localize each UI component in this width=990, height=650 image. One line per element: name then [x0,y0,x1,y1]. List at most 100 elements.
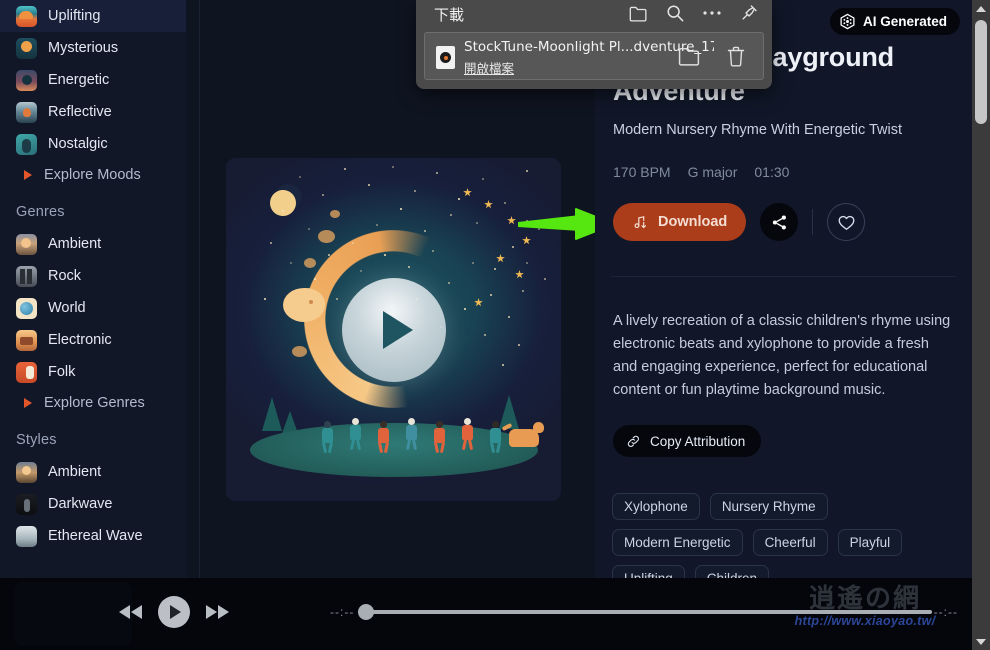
download-popup: 下載 StockTune-Moonlight Pl...dventure_17 … [416,0,772,89]
sidebar-moods-list: Uplifting Mysterious Energetic Reflective No… [0,0,186,160]
sidebar-item-style-darkwave[interactable]: Darkwave [0,488,186,520]
sidebar-item-genre-world[interactable]: World [0,292,186,324]
download-popup-header: 下載 [416,0,772,36]
sidebar-item-genre-electronic[interactable]: Electronic [0,324,186,356]
sidebar-item-label: Nostalgic [48,136,108,152]
link-icon [627,435,639,447]
star-dot [512,246,514,248]
dog-graphic [509,422,544,447]
sidebar-item-mood-nostalgic[interactable]: Nostalgic [0,128,186,160]
play-triangle-icon [382,310,413,349]
chevron-down-icon [976,638,986,645]
previous-button[interactable] [118,603,144,621]
seek-track[interactable] [358,610,932,614]
ai-generated-badge: AI Generated [829,8,960,35]
scroll-down-button[interactable] [972,633,990,650]
star-dot [508,316,510,318]
star-dot [448,282,450,284]
download-button[interactable]: Download [613,203,747,241]
sidebar-item-explore-genres[interactable]: Explore Genres [0,388,186,418]
sidebar-item-label: Folk [48,364,76,380]
star-dot [522,290,524,292]
tag-chip[interactable]: Nursery Rhyme [709,493,828,520]
moon-crater [330,210,340,218]
sidebar-item-label: Uplifting [48,8,101,24]
star-dot [518,344,520,346]
star-dot [392,166,394,168]
play-pause-button[interactable] [158,596,190,628]
copy-attribution-button[interactable]: Copy Attribution [613,425,762,457]
star-dot [464,308,466,310]
sidebar-item-label: Reflective [48,104,112,120]
sidebar-item-explore-moods[interactable]: Explore Moods [0,160,186,190]
action-separator [812,209,814,235]
tag-chip[interactable]: Playful [837,529,903,556]
favorite-button[interactable] [827,203,866,241]
sidebar-item-genre-rock[interactable]: Rock [0,260,186,292]
share-icon [772,215,786,229]
sidebar-item-style-ambient[interactable]: Ambient [0,456,186,488]
more-icon[interactable] [701,2,723,24]
play-triangle-icon [24,398,32,408]
moon-crater [304,258,316,268]
star-dot [384,254,386,256]
album-play-button[interactable] [341,277,446,382]
tag-chip[interactable]: Xylophone [612,493,700,520]
sidebar-item-mood-mysterious[interactable]: Mysterious [0,32,186,64]
share-button[interactable] [760,203,799,241]
star-dot [414,190,416,192]
star-dot [544,278,546,280]
player-seek-bar[interactable] [358,604,932,620]
track-meta: 170 BPM G major 01:30 [613,164,789,180]
track-bpm: 170 BPM [613,164,671,180]
seek-handle[interactable] [358,604,374,620]
star-dot [458,198,460,200]
child-figure [489,421,502,455]
sidebar-item-genre-folk[interactable]: Folk [0,356,186,388]
sidebar-item-label: Ambient [48,464,102,480]
search-icon[interactable] [664,2,686,24]
sidebar-item-label: Energetic [48,72,110,88]
download-filename: StockTune-Moonlight Pl...dventure_17 [464,39,714,55]
sidebar-item-mood-reflective[interactable]: Reflective [0,96,186,128]
sidebar-item-genre-ambient[interactable]: Ambient [0,228,186,260]
pin-icon[interactable] [738,2,760,24]
thumbnail-icon [16,525,37,547]
downloads-folder-icon[interactable] [627,2,649,24]
thumbnail-icon [16,37,37,59]
child-figure [405,418,418,452]
moon-face-graphic [283,288,325,322]
sidebar-item-label: Rock [48,268,82,284]
sidebar-item-style-ethereal-wave[interactable]: Ethereal Wave [0,520,186,552]
delete-download-button[interactable] [725,45,747,73]
audio-file-icon [436,46,455,69]
open-file-link[interactable]: 開啟檔案 [464,58,514,77]
detail-divider [611,276,956,277]
browser-scrollbar[interactable] [972,0,990,650]
star-dot [314,278,316,280]
tag-chip[interactable]: Cheerful [752,529,828,556]
star-dot [328,254,330,256]
sidebar-item-mood-uplifting[interactable]: Uplifting [0,0,186,32]
star-dot [264,298,266,300]
star-dot [400,208,402,210]
fast-forward-icon [206,605,229,619]
download-item-row[interactable]: StockTune-Moonlight Pl...dventure_17 開啟檔… [424,32,764,80]
sidebar-item-label: Electronic [48,332,112,348]
show-in-folder-button[interactable] [678,46,701,71]
sidebar-genres-list: Ambient Rock World Electronic Folk [0,228,186,388]
scroll-up-button[interactable] [972,0,990,17]
watermark-url: http://www.xiaoyao.tw/ [794,614,936,628]
track-duration: 01:30 [754,164,790,180]
thumbnail-icon [16,361,37,383]
download-popup-title: 下載 [434,6,465,24]
download-popup-tools [627,2,760,24]
scrollbar-thumb[interactable] [975,20,987,124]
album-art-card[interactable] [226,158,561,501]
track-key: G major [687,164,738,180]
tag-chip[interactable]: Modern Energetic [612,529,743,556]
sidebar-item-mood-energetic[interactable]: Energetic [0,64,186,96]
next-button[interactable] [204,603,230,621]
star-dot [526,220,528,222]
player-bar: --:-- --:-- 逍遙の網 http://www.xiaoyao.tw/ [0,578,972,650]
